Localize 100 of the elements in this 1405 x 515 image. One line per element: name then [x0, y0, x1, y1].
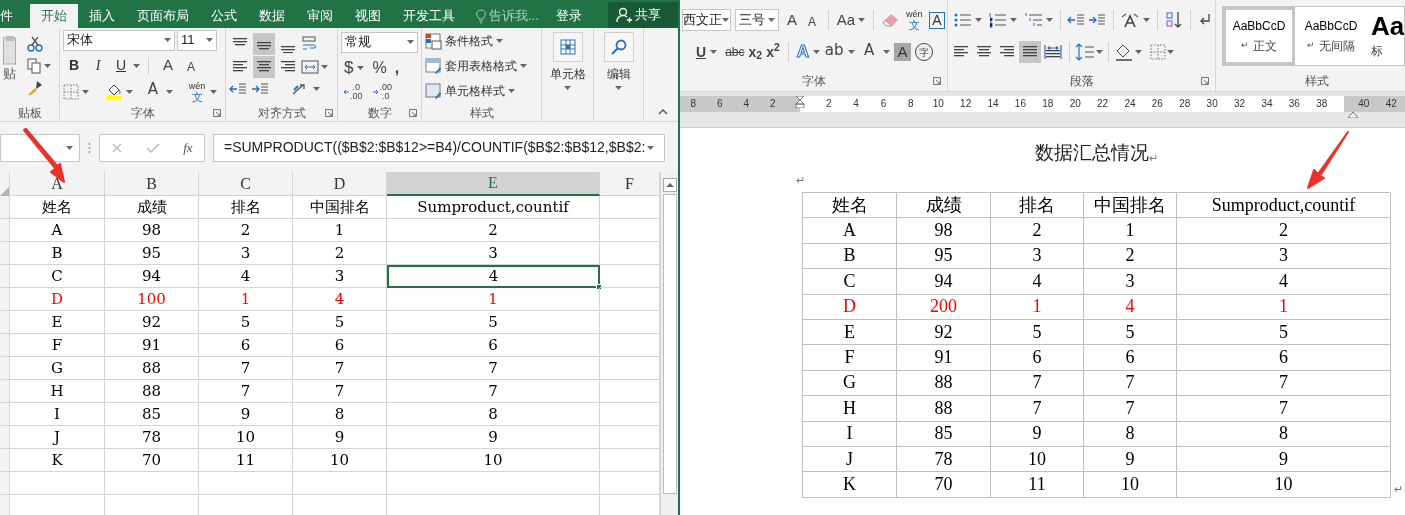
table-cell[interactable]: 8 [293, 403, 387, 426]
caret-icon[interactable] [975, 18, 982, 22]
caret-icon[interactable] [206, 38, 213, 42]
ribbon-tab[interactable]: 数据 [248, 4, 296, 28]
caret-icon[interactable] [1010, 18, 1018, 22]
numbering-icon[interactable] [989, 12, 1008, 28]
dialog-launcher-icon[interactable] [933, 77, 941, 85]
table-cell[interactable]: 2 [199, 219, 293, 242]
ribbon-tab[interactable]: 件 [0, 4, 30, 28]
table-cell[interactable]: H [10, 380, 105, 403]
sign-in-link[interactable]: 登录 [550, 4, 587, 28]
indent-marker-icon[interactable] [795, 96, 805, 108]
percent-button[interactable]: % [372, 55, 387, 80]
table-cell[interactable]: 5 [293, 311, 387, 334]
shrink-font-button[interactable]: A [804, 9, 820, 31]
table-cell[interactable]: 5 [387, 311, 600, 334]
table-cell[interactable]: 4 [387, 265, 600, 288]
font-color-button[interactable]: A [859, 42, 880, 62]
style-menu-button[interactable]: 单元格样式 [425, 81, 538, 101]
empty-cell[interactable] [387, 472, 600, 495]
caret-icon[interactable] [768, 18, 776, 22]
table-cell[interactable]: 成绩 [105, 196, 199, 219]
formula-field[interactable]: =SUMPRODUCT(($B$2:$B$12>=B4)/COUNTIF($B$2:$B$12,$B$2: [213, 133, 665, 162]
bullets-icon[interactable] [954, 12, 972, 28]
empty-cell[interactable] [199, 472, 293, 495]
increase-indent-icon[interactable] [1088, 13, 1106, 27]
style-option[interactable]: AaBbCcD ↵ 正文 [1223, 7, 1295, 65]
table-cell[interactable]: 1 [199, 288, 293, 311]
table-cell[interactable]: 10 [293, 449, 387, 472]
highlight-button[interactable]: ab [824, 42, 845, 62]
table-cell[interactable]: 92 [105, 311, 199, 334]
ribbon-tab[interactable]: 视图 [344, 4, 392, 28]
table-cell[interactable]: 5 [199, 311, 293, 334]
table-cell[interactable]: 姓名 [10, 196, 105, 219]
insert-function-button[interactable]: fx [183, 137, 193, 158]
strikethrough-button[interactable]: abc [725, 43, 745, 61]
ribbon-tab[interactable]: 开发工具 [392, 4, 466, 28]
line-spacing-icon[interactable] [1075, 43, 1095, 61]
dialog-launcher-icon[interactable] [325, 109, 333, 117]
caret-icon[interactable] [564, 86, 571, 90]
table-cell[interactable]: 7 [293, 380, 387, 403]
shading-icon[interactable] [1114, 43, 1134, 61]
table-cell[interactable]: 9 [199, 403, 293, 426]
table-cell[interactable]: 70 [105, 449, 199, 472]
table-cell[interactable]: E [10, 311, 105, 334]
table-cell[interactable]: 95 [105, 242, 199, 265]
caret-icon[interactable] [313, 87, 320, 91]
sort-icon[interactable] [1164, 11, 1183, 29]
table-cell[interactable]: 88 [105, 380, 199, 403]
merge-center-icon[interactable] [301, 59, 319, 75]
caret-icon[interactable] [722, 18, 729, 22]
table-cell[interactable]: K [10, 449, 105, 472]
table-cell[interactable]: 7 [293, 357, 387, 380]
table-cell[interactable]: 1 [293, 219, 387, 242]
caret-icon[interactable] [1045, 18, 1053, 22]
change-case-button[interactable]: Aa [836, 8, 855, 32]
ribbon-tab[interactable]: 审阅 [296, 4, 344, 28]
paste-button[interactable]: 贴 [3, 36, 21, 82]
table-cell[interactable]: G [10, 357, 105, 380]
caret-icon[interactable] [82, 89, 89, 94]
table-cell[interactable]: F [10, 334, 105, 357]
table-cell[interactable]: 3 [293, 265, 387, 288]
table-cell[interactable]: 3 [387, 242, 600, 265]
format-painter-icon[interactable] [27, 80, 43, 96]
caret-icon[interactable] [126, 89, 133, 94]
collapse-ribbon-icon[interactable] [658, 109, 668, 115]
table-cell[interactable]: 10 [387, 449, 600, 472]
italic-button[interactable]: I [87, 55, 109, 76]
table-cell[interactable]: 85 [105, 403, 199, 426]
table-cell[interactable]: 98 [105, 219, 199, 242]
caret-icon[interactable] [164, 38, 171, 42]
decrease-indent-icon[interactable] [1067, 13, 1085, 27]
caret-icon[interactable] [813, 50, 821, 54]
currency-button[interactable]: $ [344, 54, 354, 81]
table-cell[interactable]: 11 [199, 449, 293, 472]
shrink-font-button[interactable]: A [181, 55, 201, 76]
editing-button[interactable]: 编辑 [597, 32, 640, 90]
table-cell[interactable]: 4 [293, 288, 387, 311]
caret-icon[interactable] [647, 145, 654, 150]
caret-icon[interactable] [520, 64, 527, 68]
table-cell[interactable]: 78 [105, 426, 199, 449]
grow-font-button[interactable]: A [157, 54, 179, 77]
ribbon-tab[interactable]: 开始 [30, 4, 78, 28]
caret-icon[interactable] [615, 86, 622, 90]
phonetic-guide-button[interactable]: wén 文 [903, 9, 925, 31]
table-cell[interactable]: 94 [105, 265, 199, 288]
table-cell[interactable]: 88 [105, 357, 199, 380]
increase-indent-icon[interactable] [251, 82, 269, 96]
dialog-launcher-icon[interactable] [409, 109, 417, 117]
fill-color-button[interactable] [105, 83, 123, 100]
increase-decimal-button[interactable]: .0 .00 [343, 82, 363, 101]
caret-icon[interactable] [883, 50, 891, 54]
table-cell[interactable]: 10 [199, 426, 293, 449]
table-cell[interactable]: B [10, 242, 105, 265]
table-cell[interactable]: I [10, 403, 105, 426]
dialog-launcher-icon[interactable] [213, 109, 221, 117]
dialog-launcher-icon[interactable] [1201, 77, 1209, 85]
table-cell[interactable]: 9 [293, 426, 387, 449]
name-box[interactable] [0, 133, 80, 162]
caret-icon[interactable] [166, 89, 173, 94]
